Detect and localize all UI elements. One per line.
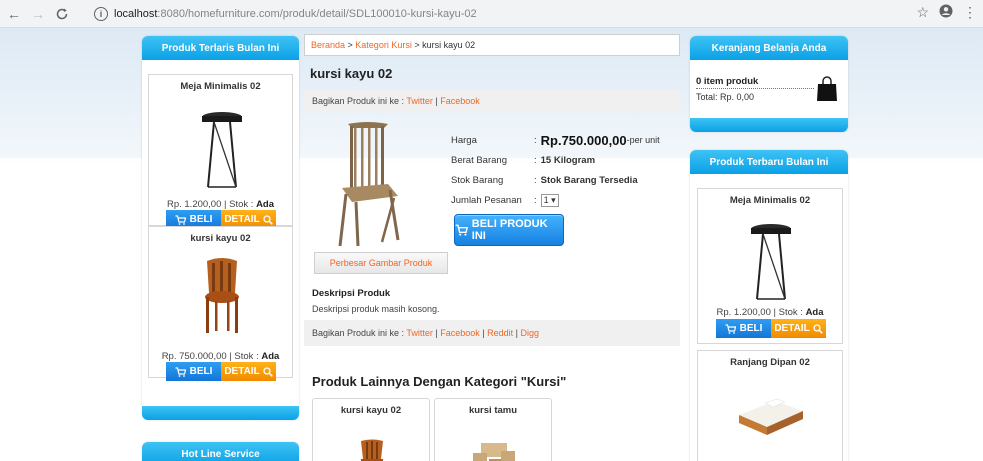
share-facebook-link[interactable]: Facebook	[440, 328, 480, 338]
description-text: Deskripsi produk masih kosong.	[312, 304, 440, 314]
bed-image[interactable]	[735, 397, 807, 437]
product-name[interactable]: Meja Minimalis 02	[698, 195, 842, 206]
stock-label: | Stok :	[229, 351, 259, 362]
stock-status: Ada	[805, 307, 824, 318]
round-table-image[interactable]	[746, 223, 796, 303]
url-path: :8080/homefurniture.com/produk/detail/SD…	[157, 8, 477, 20]
product-name[interactable]: Ranjang Dipan 02	[698, 357, 842, 368]
share-bar-top: Bagikan Produk ini ke : Twitter | Facebo…	[304, 90, 680, 112]
price-unit: -per unit	[626, 135, 660, 145]
cart-icon	[455, 224, 468, 236]
product-price: Rp. 1.200,00	[716, 307, 771, 318]
search-icon	[263, 366, 273, 377]
search-icon	[813, 323, 823, 334]
stock-label: | Stok :	[773, 307, 803, 318]
related-products-title: Produk Lainnya Dengan Kategori "Kursi"	[312, 374, 567, 389]
breadcrumb-current: kursi kayu 02	[422, 40, 476, 50]
profile-icon[interactable]	[939, 4, 953, 21]
breadcrumb: Beranda > Kategori Kursi > kursi kayu 02	[304, 34, 680, 56]
cart-box: Keranjang Belanja Anda 0 item produk Tot…	[690, 36, 848, 132]
best-seller-title: Produk Terlaris Bulan Ini	[142, 36, 299, 60]
cart-icon	[175, 366, 186, 377]
stock-status: Ada	[261, 351, 280, 362]
detail-button[interactable]: DETAIL	[771, 319, 826, 338]
search-icon	[263, 214, 273, 225]
forward-arrow-icon[interactable]: →	[28, 4, 48, 24]
buy-product-label: BELI PRODUK INI	[471, 218, 548, 242]
product-name[interactable]: Meja Minimalis 02	[149, 81, 292, 92]
best-seller-card-2: kursi kayu 02 Rp. 750.000,00 | Stok : Ad…	[148, 226, 293, 381]
detail-button[interactable]: DETAIL	[221, 362, 276, 381]
beli-button[interactable]: BELI	[716, 319, 771, 338]
detail-label: DETAIL	[774, 323, 810, 334]
detail-label: DETAIL	[224, 214, 260, 225]
back-arrow-icon[interactable]: ←	[4, 4, 24, 24]
product-name[interactable]: kursi tamu	[435, 405, 551, 416]
cart-title: Keranjang Belanja Anda	[690, 36, 848, 60]
quantity-select[interactable]: 1 ▾	[540, 193, 559, 207]
breadcrumb-home-link[interactable]: Beranda	[311, 40, 345, 50]
product-info: Harga : Rp.750.000,00 -per unit Berat Ba…	[451, 132, 660, 207]
share-twitter-link[interactable]: Twitter	[406, 96, 433, 106]
share-bar-bottom: Bagikan Produk ini ke : Twitter | Facebo…	[304, 320, 680, 346]
product-chair-image[interactable]	[334, 122, 404, 248]
weight-value: 15 Kilogram	[540, 154, 596, 166]
cart-total: Total: Rp. 0,00	[696, 92, 755, 102]
wooden-chair-image[interactable]	[197, 257, 247, 337]
product-price: Rp. 750.000,00	[161, 351, 227, 362]
wooden-chair-image[interactable]	[357, 439, 387, 461]
product-name[interactable]: kursi kayu 02	[149, 233, 292, 244]
url-host: localhost	[114, 8, 158, 20]
best-seller-box: Produk Terlaris Bulan Ini Meja Minimalis…	[142, 36, 299, 420]
share-twitter-link[interactable]: Twitter	[406, 328, 433, 338]
address-bar[interactable]: i localhost:8080/homefurniture.com/produ…	[94, 4, 904, 24]
price-label: Harga	[451, 134, 477, 146]
page: Produk Terlaris Bulan Ini Meja Minimalis…	[0, 28, 983, 461]
cart-items-count[interactable]: 0 item produk	[696, 76, 814, 89]
beli-button[interactable]: BELI	[166, 362, 221, 381]
cart-icon	[175, 214, 186, 225]
stock-label: | Stok :	[224, 199, 254, 210]
stock-value: Stok Barang Tersedia	[540, 174, 638, 186]
buy-product-button[interactable]: BELI PRODUK INI	[454, 214, 564, 246]
product-name[interactable]: kursi kayu 02	[313, 405, 429, 416]
newest-card-1: Meja Minimalis 02 Rp. 1.200,00 | Stok : …	[697, 188, 843, 344]
browser-toolbar: ← → i localhost:8080/homefurniture.com/p…	[0, 0, 983, 28]
hotline-title: Hot Line Service	[142, 442, 299, 461]
related-product-card: kursi tamu	[434, 398, 552, 461]
weight-label: Berat Barang	[451, 154, 507, 166]
newest-card-2: Ranjang Dipan 02	[697, 350, 843, 461]
quantity-label: Jumlah Pesanan	[451, 194, 522, 206]
page-title: kursi kayu 02	[310, 66, 393, 81]
browser-menu-icon[interactable]: ⋮	[963, 4, 977, 21]
enlarge-image-button[interactable]: Perbesar Gambar Produk	[314, 252, 448, 274]
share-facebook-link[interactable]: Facebook	[440, 96, 480, 106]
product-price: Rp. 1.200,00	[166, 199, 222, 210]
stock-label: Stok Barang	[451, 174, 504, 186]
beli-label: BELI	[189, 214, 213, 225]
shopping-bag-icon[interactable]	[816, 76, 838, 102]
sofa-set-image[interactable]	[469, 439, 519, 461]
share-digg-link[interactable]: Digg	[520, 328, 539, 338]
newest-title: Produk Terbaru Bulan Ini	[690, 150, 848, 174]
hotline-box: Hot Line Service	[142, 442, 299, 461]
newest-box: Produk Terbaru Bulan Ini Meja Minimalis …	[690, 150, 848, 461]
breadcrumb-category-link[interactable]: Kategori Kursi	[355, 40, 412, 50]
related-product-card: kursi kayu 02	[312, 398, 430, 461]
reload-icon[interactable]	[52, 4, 72, 24]
bookmark-star-icon[interactable]: ☆	[916, 4, 929, 21]
cart-icon	[725, 323, 736, 334]
best-seller-card-1: Meja Minimalis 02 Rp. 1.200,00 | Stok : …	[148, 74, 293, 229]
site-info-icon[interactable]: i	[94, 7, 108, 21]
round-table-image[interactable]	[197, 111, 247, 191]
description-title: Deskripsi Produk	[312, 288, 391, 299]
detail-label: DETAIL	[224, 366, 260, 377]
share-reddit-link[interactable]: Reddit	[487, 328, 513, 338]
beli-label: BELI	[189, 366, 213, 377]
stock-status: Ada	[256, 199, 275, 210]
product-price: Rp.750.000,00	[540, 132, 627, 148]
beli-label: BELI	[739, 323, 763, 334]
